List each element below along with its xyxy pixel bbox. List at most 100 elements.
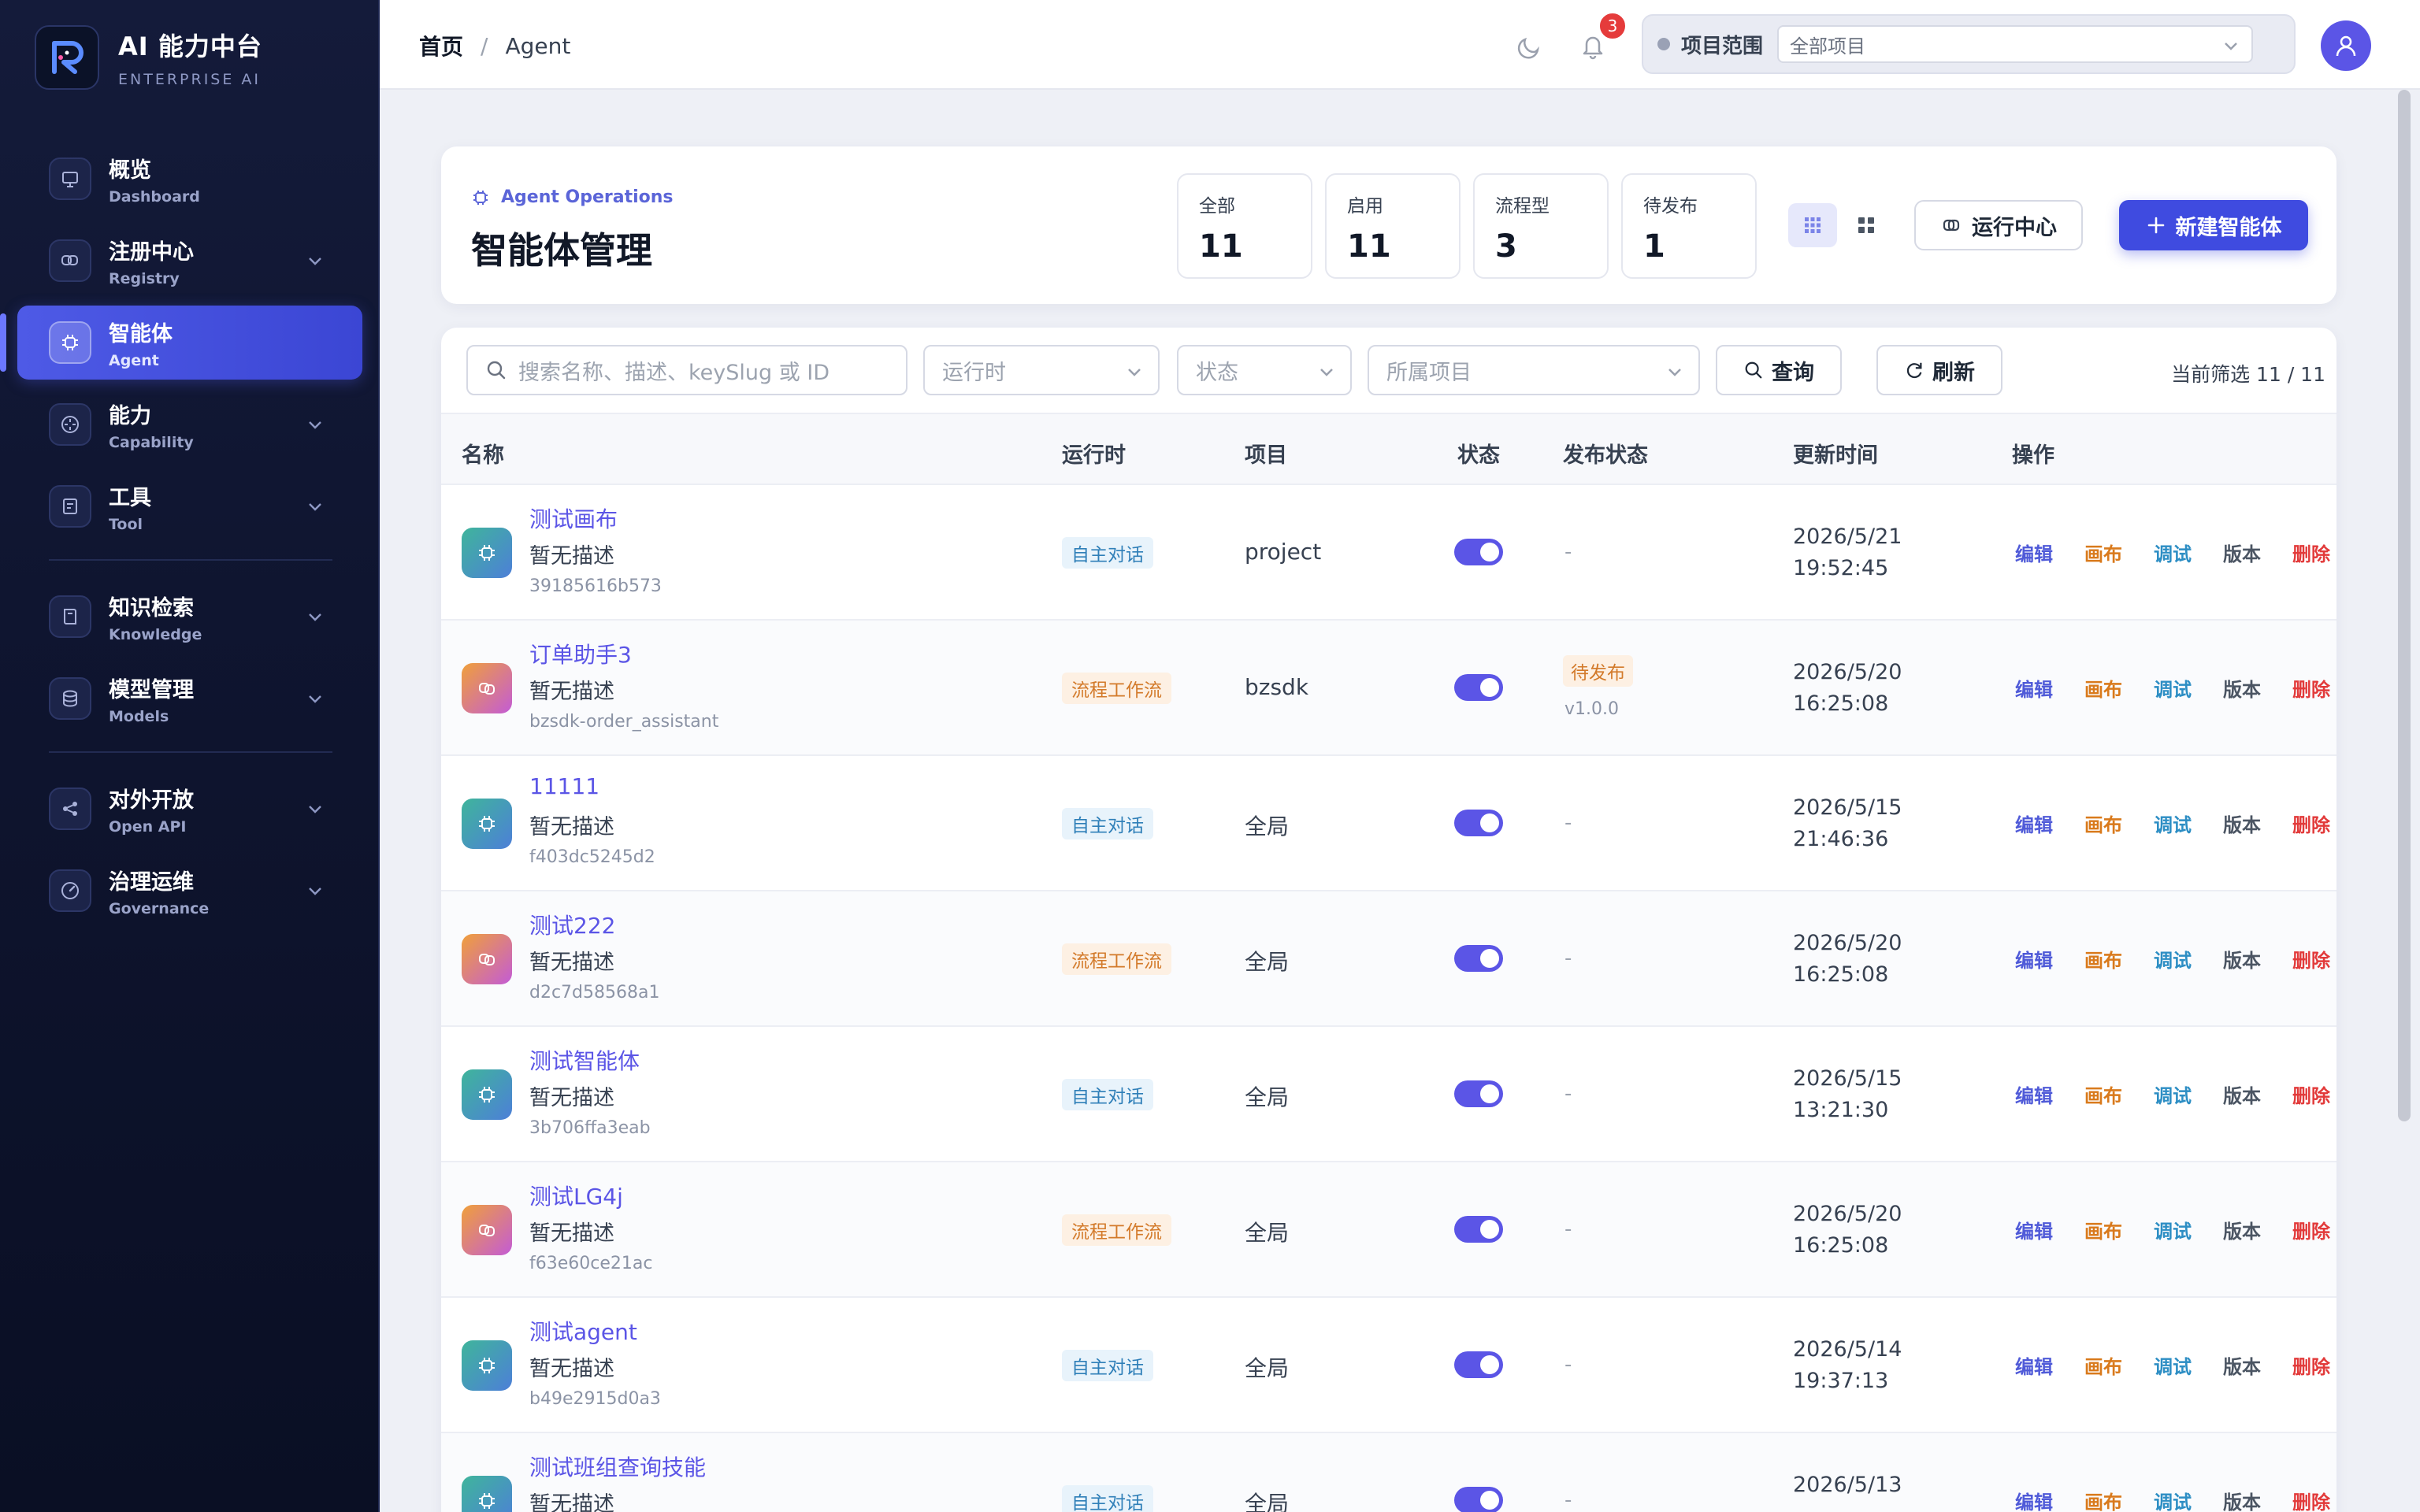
agent-name-link[interactable]: 测试智能体 — [529, 1044, 640, 1076]
table-row[interactable]: 测试LG4j 暂无描述 f63e60ce21ac 流程工作流 全局 - 2026/5/20 1… — [441, 1162, 2336, 1298]
edit-action[interactable]: 编辑 — [2015, 1487, 2053, 1512]
breadcrumb-home[interactable]: 首页 — [419, 30, 463, 61]
agent-name-link[interactable]: 测试agent — [529, 1315, 637, 1347]
column-header[interactable]: 项目 — [1245, 438, 1287, 469]
runtime-select[interactable]: 运行时 — [923, 345, 1160, 395]
column-header[interactable]: 更新时间 — [1793, 438, 1878, 469]
delete-action[interactable]: 删除 — [2292, 1080, 2330, 1108]
table-row[interactable]: 测试agent 暂无描述 b49e2915d0a3 自主对话 全局 - 2026/5/14 1… — [441, 1298, 2336, 1433]
search-input[interactable]: 搜索名称、描述、keySlug 或 ID — [466, 345, 908, 395]
version-action[interactable]: 版本 — [2223, 1216, 2261, 1243]
query-button[interactable]: 查询 — [1716, 345, 1842, 395]
new-agent-button[interactable]: 新建智能体 — [2119, 200, 2308, 250]
version-action[interactable]: 版本 — [2223, 1487, 2261, 1512]
status-select[interactable]: 状态 — [1177, 345, 1352, 395]
agent-name-link[interactable]: 11111 — [529, 773, 599, 799]
debug-action[interactable]: 调试 — [2154, 674, 2192, 702]
card-view-button[interactable] — [1842, 203, 1891, 247]
sidebar-item-governance[interactable]: 治理运维 Governance — [17, 854, 362, 928]
sidebar-item-capability[interactable]: 能力 Capability — [17, 387, 362, 461]
agent-name-link[interactable]: 测试班组查询技能 — [529, 1451, 706, 1482]
canvas-action[interactable]: 画布 — [2084, 674, 2122, 702]
debug-action[interactable]: 调试 — [2154, 1216, 2192, 1243]
status-toggle[interactable] — [1454, 810, 1503, 836]
sidebar-item-registry[interactable]: 注册中心 Registry — [17, 224, 362, 298]
status-toggle[interactable] — [1454, 1487, 1503, 1512]
debug-action[interactable]: 调试 — [2154, 539, 2192, 566]
stat-flow[interactable]: 流程型 3 — [1473, 173, 1609, 279]
edit-action[interactable]: 编辑 — [2015, 810, 2053, 837]
brand[interactable]: AI 能力中台 ENTERPRISE AI — [35, 25, 262, 90]
agent-name-link[interactable]: 测试画布 — [529, 502, 618, 534]
stat-all[interactable]: 全部 11 — [1177, 173, 1312, 279]
status-toggle[interactable] — [1454, 945, 1503, 972]
sidebar-item-tool[interactable]: 工具 Tool — [17, 469, 362, 543]
version-action[interactable]: 版本 — [2223, 945, 2261, 973]
delete-action[interactable]: 删除 — [2292, 945, 2330, 973]
delete-action[interactable]: 删除 — [2292, 810, 2330, 837]
version-action[interactable]: 版本 — [2223, 810, 2261, 837]
delete-action[interactable]: 删除 — [2292, 1216, 2330, 1243]
canvas-action[interactable]: 画布 — [2084, 1487, 2122, 1512]
edit-action[interactable]: 编辑 — [2015, 1216, 2053, 1243]
version-action[interactable]: 版本 — [2223, 539, 2261, 566]
theme-toggle-moon-icon[interactable] — [1514, 30, 1546, 61]
sidebar-item-knowledge[interactable]: 知识检索 Knowledge — [17, 580, 362, 654]
table-row[interactable]: 测试画布 暂无描述 39185616b573 自主对话 project - 2026/5/2… — [441, 485, 2336, 621]
refresh-button[interactable]: 刷新 — [1876, 345, 2002, 395]
canvas-action[interactable]: 画布 — [2084, 539, 2122, 566]
table-row[interactable]: 订单助手3 暂无描述 bzsdk-order_assistant 流程工作流 bzsdk… — [441, 621, 2336, 756]
user-avatar-icon[interactable] — [2321, 20, 2371, 71]
column-header[interactable]: 发布状态 — [1563, 438, 1648, 469]
table-row[interactable]: 测试222 暂无描述 d2c7d58568a1 流程工作流 全局 - 2026/5/20 16… — [441, 891, 2336, 1027]
table-row[interactable]: 测试智能体 暂无描述 3b706ffa3eab 自主对话 全局 - 2026/5/15 13:… — [441, 1027, 2336, 1162]
status-toggle[interactable] — [1454, 674, 1503, 701]
status-toggle[interactable] — [1454, 1351, 1503, 1378]
status-toggle[interactable] — [1454, 1216, 1503, 1243]
sidebar-item-open-api[interactable]: 对外开放 Open API — [17, 772, 362, 846]
edit-action[interactable]: 编辑 — [2015, 1080, 2053, 1108]
version-action[interactable]: 版本 — [2223, 674, 2261, 702]
project-scope-select[interactable]: 全部项目 — [1777, 25, 2254, 63]
debug-action[interactable]: 调试 — [2154, 1080, 2192, 1108]
stat-pending[interactable]: 待发布 1 — [1621, 173, 1757, 279]
agent-name-link[interactable]: 测试222 — [529, 909, 615, 940]
version-action[interactable]: 版本 — [2223, 1351, 2261, 1379]
search-icon — [1745, 361, 1762, 379]
canvas-action[interactable]: 画布 — [2084, 945, 2122, 973]
debug-action[interactable]: 调试 — [2154, 945, 2192, 973]
column-header[interactable]: 名称 — [462, 438, 504, 469]
sidebar-item-models[interactable]: 模型管理 Models — [17, 662, 362, 736]
version-action[interactable]: 版本 — [2223, 1080, 2261, 1108]
edit-action[interactable]: 编辑 — [2015, 945, 2053, 973]
run-center-button[interactable]: 运行中心 — [1914, 200, 2083, 250]
canvas-action[interactable]: 画布 — [2084, 1216, 2122, 1243]
debug-action[interactable]: 调试 — [2154, 1487, 2192, 1512]
stat-enabled[interactable]: 启用 11 — [1325, 173, 1461, 279]
edit-action[interactable]: 编辑 — [2015, 539, 2053, 566]
sidebar-item-agent[interactable]: 智能体 Agent — [0, 306, 362, 380]
list-view-button[interactable] — [1788, 203, 1837, 247]
edit-action[interactable]: 编辑 — [2015, 1351, 2053, 1379]
sidebar-item-dashboard[interactable]: 概览 Dashboard — [17, 142, 362, 216]
debug-action[interactable]: 调试 — [2154, 810, 2192, 837]
page-scrollbar[interactable] — [2398, 90, 2411, 1121]
project-select[interactable]: 所属项目 — [1368, 345, 1700, 395]
table-row[interactable]: 测试班组查询技能 暂无描述 自主对话 全局 - 2026/5/13 编辑 画布 调试 版本 删除 — [441, 1433, 2336, 1512]
canvas-action[interactable]: 画布 — [2084, 1080, 2122, 1108]
table-row[interactable]: 11111 暂无描述 f403dc5245d2 自主对话 全局 - 2026/5/15 21:… — [441, 756, 2336, 891]
delete-action[interactable]: 删除 — [2292, 539, 2330, 566]
column-header[interactable]: 状态 — [1457, 438, 1500, 469]
delete-action[interactable]: 删除 — [2292, 674, 2330, 702]
status-toggle[interactable] — [1454, 1080, 1503, 1107]
debug-action[interactable]: 调试 — [2154, 1351, 2192, 1379]
delete-action[interactable]: 删除 — [2292, 1351, 2330, 1379]
canvas-action[interactable]: 画布 — [2084, 810, 2122, 837]
status-toggle[interactable] — [1454, 539, 1503, 565]
agent-name-link[interactable]: 订单助手3 — [529, 638, 632, 669]
agent-name-link[interactable]: 测试LG4j — [529, 1180, 623, 1211]
delete-action[interactable]: 删除 — [2292, 1487, 2330, 1512]
edit-action[interactable]: 编辑 — [2015, 674, 2053, 702]
column-header[interactable]: 运行时 — [1062, 438, 1126, 469]
canvas-action[interactable]: 画布 — [2084, 1351, 2122, 1379]
